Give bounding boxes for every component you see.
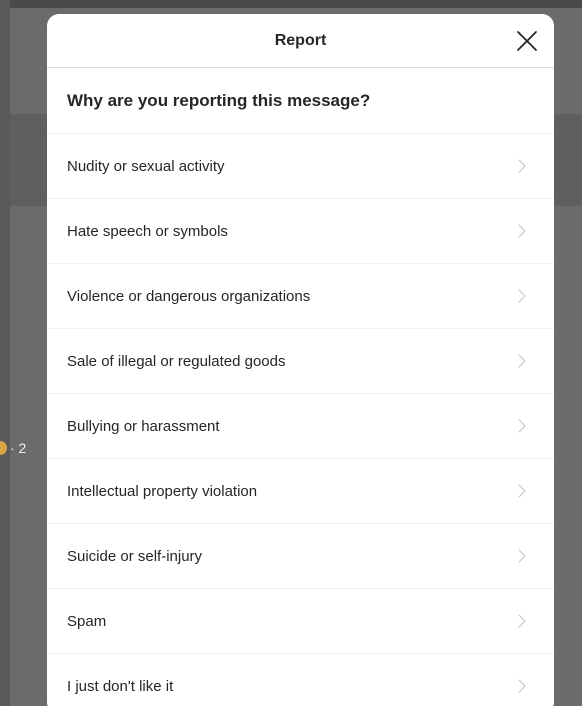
modal-title: Report [274, 31, 327, 49]
question-text: Why are you reporting this message? [67, 90, 371, 110]
report-option-label: Sale of illegal or regulated goods [67, 352, 286, 370]
report-option-label: Intellectual property violation [67, 482, 258, 500]
close-button[interactable] [513, 27, 541, 55]
modal-header: Report [47, 14, 554, 68]
report-option-label: I just don't like it [67, 677, 174, 695]
background-snippet-text: · 2 [10, 440, 27, 456]
report-option[interactable]: Suicide or self-injury [47, 524, 554, 589]
background-text-snippet: · 2 [0, 438, 26, 458]
report-option-label: Spam [67, 612, 107, 630]
report-options-list: Nudity or sexual activity Hate speech or … [47, 134, 554, 706]
chevron-right-icon [514, 353, 530, 369]
chevron-right-icon [514, 418, 530, 434]
report-option[interactable]: I just don't like it [47, 654, 554, 706]
report-option-label: Suicide or self-injury [67, 547, 203, 565]
background-left-strip [0, 0, 10, 706]
report-option[interactable]: Hate speech or symbols [47, 199, 554, 264]
chevron-right-icon [514, 678, 530, 694]
chevron-right-icon [514, 548, 530, 564]
report-option-label: Nudity or sexual activity [67, 157, 225, 175]
chevron-right-icon [514, 483, 530, 499]
chevron-right-icon [514, 223, 530, 239]
background-top-edge [0, 0, 582, 8]
report-option[interactable]: Sale of illegal or regulated goods [47, 329, 554, 394]
report-option-label: Violence or dangerous organizations [67, 287, 311, 305]
chevron-right-icon [514, 158, 530, 174]
report-option-label: Hate speech or symbols [67, 222, 228, 240]
report-option-label: Bullying or harassment [67, 417, 220, 435]
close-icon [517, 31, 537, 51]
report-option[interactable]: Bullying or harassment [47, 394, 554, 459]
report-question: Why are you reporting this message? [47, 68, 554, 134]
chevron-right-icon [514, 288, 530, 304]
emoji-icon [0, 441, 7, 455]
report-option[interactable]: Intellectual property violation [47, 459, 554, 524]
report-option[interactable]: Nudity or sexual activity [47, 134, 554, 199]
chevron-right-icon [514, 613, 530, 629]
report-modal: Report Why are you reporting this messag… [47, 14, 554, 706]
report-option[interactable]: Violence or dangerous organizations [47, 264, 554, 329]
report-option[interactable]: Spam [47, 589, 554, 654]
